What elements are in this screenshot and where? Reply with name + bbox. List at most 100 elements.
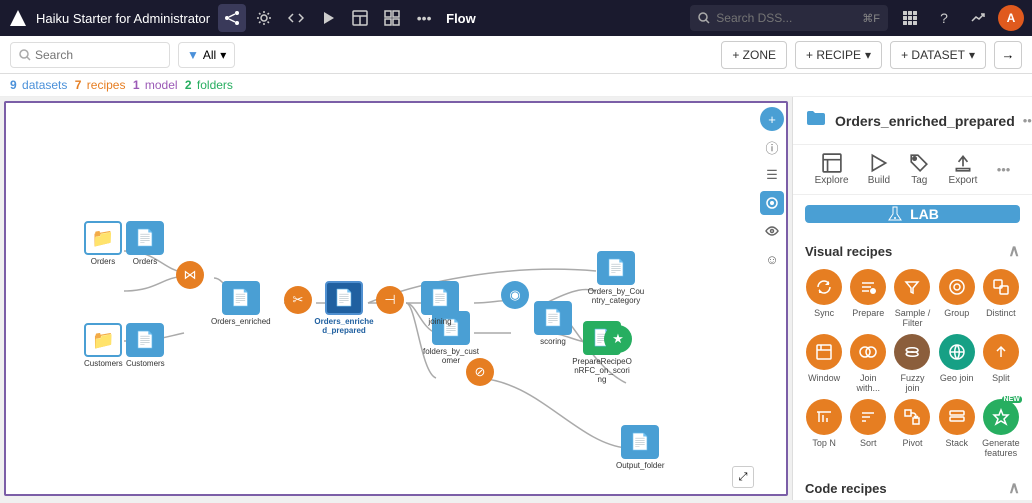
lab-button[interactable]: LAB bbox=[805, 205, 1020, 223]
visual-recipes-label: Visual recipes bbox=[805, 244, 892, 259]
search-input[interactable] bbox=[716, 11, 856, 25]
tag-action[interactable]: Tag bbox=[909, 153, 929, 186]
lab-btn-label: LAB bbox=[910, 206, 939, 222]
recipe-geo-join[interactable]: Geo join bbox=[938, 334, 976, 393]
more-icon-btn[interactable]: ••• bbox=[410, 4, 438, 32]
main-layout: 📁 Orders 📄 Orders 📁 Customers 📄 Customer… bbox=[0, 97, 1032, 500]
output-folder-node[interactable]: 📄 Output_folder bbox=[616, 425, 664, 470]
sidebar-more-btn[interactable]: ••• bbox=[1023, 113, 1032, 128]
expand-button[interactable]: ⤢ bbox=[732, 466, 754, 488]
recipe-sort[interactable]: Sort bbox=[849, 399, 887, 458]
explore-action[interactable]: Explore bbox=[815, 153, 849, 186]
orders-enriched-prepared-node[interactable]: 📄 Orders_enriched_prepared bbox=[314, 281, 374, 335]
orders-enriched-icon: 📄 bbox=[222, 281, 260, 315]
recipe-top-n[interactable]: Top N bbox=[805, 399, 843, 458]
green-recipe-node[interactable]: ★ bbox=[604, 325, 632, 353]
recipe-stack[interactable]: Stack bbox=[938, 399, 976, 458]
dataset-button[interactable]: + DATASET ▾ bbox=[890, 41, 986, 69]
folders-label[interactable]: folders bbox=[197, 78, 233, 92]
info-tool-btn[interactable]: ⓘ bbox=[760, 135, 784, 159]
smile-tool-btn[interactable]: ☺ bbox=[760, 247, 784, 271]
orders-label: Orders bbox=[91, 257, 115, 266]
code-icon-btn[interactable] bbox=[282, 4, 310, 32]
recipe-split[interactable]: Split bbox=[982, 334, 1020, 393]
app-title: Haiku Starter for Administrator bbox=[36, 11, 210, 26]
visual-recipes-toggle[interactable]: ∧ bbox=[1008, 241, 1020, 261]
recipe-button[interactable]: + RECIPE ▾ bbox=[795, 41, 882, 69]
global-search[interactable]: ⌘F bbox=[690, 5, 888, 31]
scoring-node[interactable]: 📄 scoring bbox=[534, 301, 572, 346]
distinct-icon bbox=[983, 269, 1019, 305]
right-sidebar: Orders_enriched_prepared ••• Explore Bui… bbox=[792, 97, 1032, 500]
model-count: 1 bbox=[133, 78, 140, 92]
recipe-pivot[interactable]: Pivot bbox=[893, 399, 931, 458]
table-icon-btn[interactable] bbox=[346, 4, 374, 32]
prepare-rfc-label: PrepareRecipeOnRFC_on_scoring bbox=[572, 357, 632, 384]
explore-label: Explore bbox=[815, 175, 849, 186]
visual-recipes-header: Visual recipes ∧ bbox=[805, 233, 1020, 269]
share-icon-btn[interactable] bbox=[218, 4, 246, 32]
recipe-prepare[interactable]: Prepare bbox=[849, 269, 887, 328]
code-recipes-toggle[interactable]: ∧ bbox=[1008, 478, 1020, 498]
app-logo bbox=[8, 8, 28, 28]
code-recipes-header: Code recipes ∧ bbox=[805, 470, 1020, 500]
score-recipe-node[interactable]: ◉ bbox=[501, 281, 529, 309]
apps-grid-icon-btn[interactable] bbox=[896, 4, 924, 32]
orders-by-country-node[interactable]: 📄 Orders_by_Country_category bbox=[586, 251, 646, 305]
settings-icon-btn[interactable] bbox=[250, 4, 278, 32]
flow-canvas[interactable]: 📁 Orders 📄 Orders 📁 Customers 📄 Customer… bbox=[4, 101, 788, 496]
add-tool-btn[interactable]: + bbox=[760, 107, 784, 131]
top-n-icon bbox=[806, 399, 842, 435]
recipes-label[interactable]: recipes bbox=[87, 78, 126, 92]
code-recipes-label: Code recipes bbox=[805, 481, 887, 496]
model-label[interactable]: model bbox=[145, 78, 178, 92]
recipe-join-with[interactable]: Join with... bbox=[849, 334, 887, 393]
new-badge: NEW bbox=[1002, 396, 1022, 403]
eye-tool-btn[interactable] bbox=[760, 219, 784, 243]
scoring-label: scoring bbox=[540, 337, 566, 346]
flow-search-input[interactable] bbox=[35, 48, 155, 62]
flow-search-box[interactable] bbox=[10, 42, 170, 68]
datasets-label[interactable]: datasets bbox=[22, 78, 67, 92]
orders-prepared-icon: 📄 bbox=[325, 281, 363, 315]
filter-recipe-node[interactable]: ⊘ bbox=[466, 358, 494, 386]
user-avatar[interactable]: A bbox=[998, 5, 1024, 31]
list-tool-btn[interactable]: ☰ bbox=[760, 163, 784, 187]
play-icon-btn[interactable] bbox=[314, 4, 342, 32]
recipe-window[interactable]: Window bbox=[805, 334, 843, 393]
customers-folder-node[interactable]: 📁 Customers bbox=[84, 323, 123, 368]
arrow-right-button[interactable]: → bbox=[994, 41, 1022, 69]
recipe-generate-features[interactable]: NEW Generate features bbox=[982, 399, 1020, 458]
orders2-node[interactable]: 📄 Orders bbox=[126, 221, 164, 266]
active-tool-btn[interactable] bbox=[760, 191, 784, 215]
customers-node[interactable]: 📄 Customers bbox=[126, 323, 165, 368]
dataset-btn-label: + DATASET bbox=[901, 48, 965, 62]
joining-icon: 📄 bbox=[421, 281, 459, 315]
help-icon-btn[interactable]: ? bbox=[930, 4, 958, 32]
dashboard-icon-btn[interactable] bbox=[378, 4, 406, 32]
filter-dropdown[interactable]: ▼ All ▾ bbox=[178, 42, 235, 68]
build-action[interactable]: Build bbox=[868, 153, 890, 186]
prepare-recipe-node[interactable]: ✂ bbox=[284, 286, 312, 314]
split-recipe-node[interactable]: ⊣ bbox=[376, 286, 404, 314]
orders-node[interactable]: 📁 Orders bbox=[84, 221, 122, 266]
sidebar-folder-icon bbox=[805, 107, 827, 134]
recipe-distinct[interactable]: Distinct bbox=[982, 269, 1020, 328]
joining-node[interactable]: 📄 joining bbox=[421, 281, 459, 326]
join-recipe-node[interactable]: ⋈ bbox=[176, 261, 204, 289]
zone-button[interactable]: + ZONE bbox=[721, 41, 787, 69]
analytics-icon-btn[interactable] bbox=[964, 4, 992, 32]
orders-enriched-node[interactable]: 📄 Orders_enriched bbox=[211, 281, 271, 326]
recipe-group[interactable]: Group bbox=[938, 269, 976, 328]
recipe-sync[interactable]: Sync bbox=[805, 269, 843, 328]
orders-folder-icon: 📁 bbox=[84, 221, 122, 255]
customers-label: Customers bbox=[126, 359, 165, 368]
recipe-chevron: ▾ bbox=[865, 48, 871, 62]
recipe-sample-filter[interactable]: Sample / Filter bbox=[893, 269, 931, 328]
pivot-icon bbox=[894, 399, 930, 435]
zone-btn-label: + ZONE bbox=[732, 48, 776, 62]
fuzzy-join-icon bbox=[894, 334, 930, 370]
sidebar-overflow-btn[interactable]: ••• bbox=[997, 162, 1011, 177]
export-action[interactable]: Export bbox=[949, 153, 978, 186]
recipe-fuzzy-join[interactable]: Fuzzy join bbox=[893, 334, 931, 393]
